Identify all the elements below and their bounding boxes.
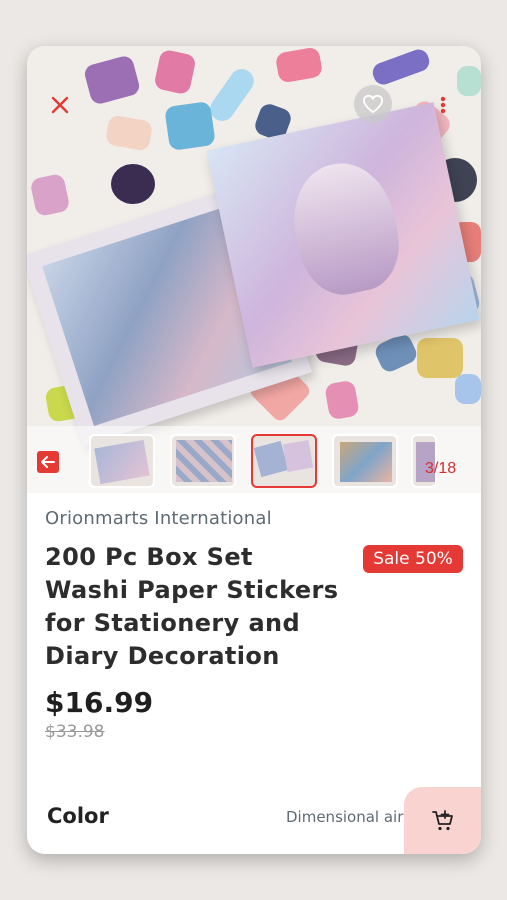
sticker-decoration (153, 48, 197, 96)
product-image[interactable]: 3/18 (27, 46, 481, 493)
close-icon (51, 96, 69, 114)
sticker-decoration (205, 64, 259, 126)
sticker-decoration (82, 54, 142, 106)
sale-badge: Sale 50% (363, 545, 463, 573)
product-title: 200 Pc Box Set Washi Paper Stickers for … (45, 543, 339, 670)
sticker-decoration (455, 374, 481, 404)
sticker-decoration (29, 172, 71, 218)
sticker-decoration (274, 46, 324, 84)
original-price: $33.98 (45, 722, 105, 742)
product-price: $16.99 (45, 686, 154, 719)
gallery-thumbnail-selected[interactable] (251, 434, 317, 488)
add-to-cart-icon (431, 809, 453, 830)
sticker-decoration (104, 114, 154, 152)
product-card: 3/18 Orionmarts International 200 Pc Box… (27, 46, 481, 854)
statue-artwork (283, 154, 409, 303)
more-options-button[interactable] (431, 90, 455, 120)
color-option-label: Color (47, 804, 109, 828)
gallery-counter: 3/18 (425, 460, 457, 477)
arrow-left-icon (41, 456, 55, 468)
gallery-thumbnail[interactable] (170, 434, 236, 488)
gallery-back-button[interactable] (37, 451, 59, 473)
heart-icon (362, 94, 384, 114)
close-button[interactable] (45, 90, 75, 120)
sticker-decoration (457, 66, 481, 96)
sticker-decoration (417, 338, 463, 378)
more-vertical-icon (440, 96, 446, 114)
sticker-decoration (324, 379, 360, 421)
sticker-box-lid (206, 102, 480, 368)
sticker-decoration (164, 101, 216, 151)
sticker-decoration (369, 46, 433, 88)
color-option-value[interactable]: Dimensional air wave (286, 808, 404, 826)
sticker-decoration (111, 164, 155, 204)
gallery-thumbnail[interactable] (332, 434, 398, 488)
gallery-thumbnail[interactable] (89, 434, 155, 488)
favorite-button[interactable] (354, 85, 392, 123)
add-to-cart-button[interactable] (404, 787, 481, 854)
seller-name[interactable]: Orionmarts International (45, 508, 272, 529)
